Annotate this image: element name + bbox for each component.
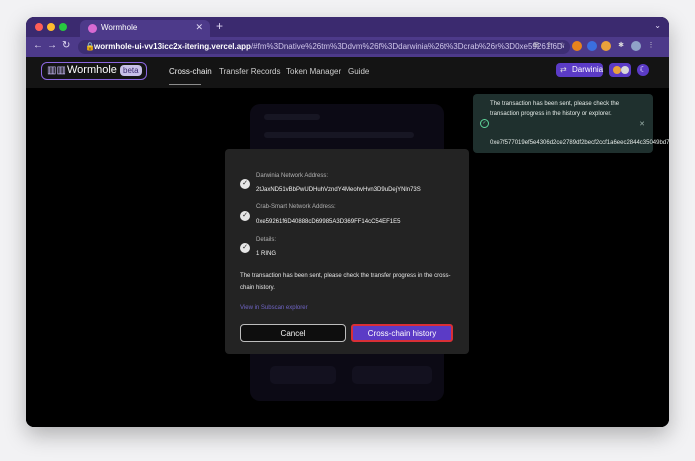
notification-message: The transaction has been sent, please ch… bbox=[490, 101, 620, 117]
close-tab-icon[interactable]: ✕ bbox=[195, 22, 203, 33]
transaction-hash[interactable]: 0xe7f577019ef5e4306d2ce2789df2becf2ccf1a… bbox=[490, 139, 669, 146]
wormhole-favicon-icon bbox=[88, 24, 97, 33]
nav-transfer-records[interactable]: Transfer Records bbox=[219, 67, 281, 76]
app-header: ▥▥ Wormhole beta Cross-chain Transfer Re… bbox=[26, 57, 669, 88]
recipient-address-label: Crab-Smart Network Address: bbox=[256, 204, 336, 210]
extensions-puzzle-icon[interactable]: ✱ bbox=[616, 41, 626, 51]
forward-icon[interactable]: → bbox=[47, 40, 57, 51]
cross-chain-history-button[interactable]: Cross-chain history bbox=[351, 324, 453, 342]
back-icon[interactable]: ← bbox=[33, 40, 43, 51]
active-nav-indicator bbox=[169, 84, 201, 85]
check-circle-icon: ✓ bbox=[240, 179, 250, 189]
wormhole-logo[interactable]: ▥▥ Wormhole beta bbox=[41, 62, 147, 80]
minimize-window-button[interactable] bbox=[47, 23, 55, 31]
url-text: wormhole-ui-vv13icc2x-itering.vercel.app… bbox=[94, 42, 564, 51]
new-tab-icon[interactable]: + bbox=[216, 19, 223, 33]
tab-bar: Wormhole ✕ + ⌄ bbox=[26, 17, 669, 37]
tab-search-chevron-icon[interactable]: ⌄ bbox=[654, 21, 661, 30]
cancel-button[interactable]: Cancel bbox=[240, 324, 346, 342]
wallet-button[interactable] bbox=[609, 63, 631, 77]
sender-address-label: Darwinia Network Address: bbox=[256, 173, 329, 179]
details-label: Details: bbox=[256, 237, 277, 243]
reload-icon[interactable]: ↻ bbox=[62, 40, 70, 51]
url-field[interactable]: 🔒 wormhole-ui-vv13icc2x-itering.vercel.a… bbox=[78, 40, 570, 54]
wallet-icon bbox=[613, 66, 621, 74]
beta-badge: beta bbox=[120, 65, 142, 76]
translate-icon[interactable]: ⊞ bbox=[531, 41, 541, 51]
browser-window: Wormhole ✕ + ⌄ ← → ↻ 🔒 wormhole-ui-vv13i… bbox=[26, 17, 669, 427]
recipient-address-value: 0xe59261f6D40888cD69985A3D369FF14cC54EF1… bbox=[256, 219, 401, 225]
metamask-icon[interactable] bbox=[572, 41, 582, 51]
nav-cross-chain[interactable]: Cross-chain bbox=[169, 67, 212, 76]
transaction-notification: ✓ The transaction has been sent, please … bbox=[473, 94, 669, 153]
url-host: wormhole-ui-vv13icc2x-itering.vercel.app bbox=[94, 42, 251, 51]
theme-toggle-moon-icon[interactable]: ☾ bbox=[637, 64, 649, 76]
success-check-icon: ✓ bbox=[480, 119, 489, 128]
bookmark-star-icon[interactable]: ☆ bbox=[557, 41, 567, 51]
sender-address-value: 2tJaxND51vBbPwUDHuhVzndY4MeohvHvn3D9uDej… bbox=[256, 187, 421, 193]
account-avatar bbox=[621, 66, 629, 74]
close-notification-icon[interactable]: ✕ bbox=[639, 120, 645, 128]
network-label: Darwinia bbox=[572, 65, 604, 74]
network-switch-icon: ⇄ bbox=[560, 65, 567, 74]
tab-title: Wormhole bbox=[101, 23, 138, 32]
extension-icon[interactable] bbox=[601, 41, 611, 51]
details-value: 1 RING bbox=[256, 251, 277, 257]
nav-token-manager[interactable]: Token Manager bbox=[286, 67, 341, 76]
transaction-sent-message: The transaction has been sent, please ch… bbox=[240, 273, 451, 291]
transaction-hash-text: 0xe7f577019ef5e4306d2ce2789df2becf2ccf1a… bbox=[490, 140, 669, 147]
maximize-window-button[interactable] bbox=[59, 23, 67, 31]
logo-text: Wormhole bbox=[67, 64, 117, 76]
share-icon[interactable]: ⇪ bbox=[544, 41, 554, 51]
url-path: /#fm%3Dnative%26tm%3Ddvm%26f%3Ddarwinia%… bbox=[250, 42, 564, 51]
check-circle-icon: ✓ bbox=[240, 243, 250, 253]
address-bar: ← → ↻ 🔒 wormhole-ui-vv13icc2x-itering.ve… bbox=[26, 37, 669, 57]
transfer-confirmation-modal: ✓ Darwinia Network Address: 2tJaxND51vBb… bbox=[225, 149, 469, 354]
browser-tab[interactable]: Wormhole ✕ bbox=[80, 20, 210, 37]
page-content: ✓ Darwinia Network Address: 2tJaxND51vBb… bbox=[26, 88, 669, 427]
check-circle-icon: ✓ bbox=[240, 211, 250, 221]
nav-guide[interactable]: Guide bbox=[348, 67, 369, 76]
extension-icon[interactable] bbox=[587, 41, 597, 51]
subscan-explorer-link[interactable]: View in Subscan explorer bbox=[240, 305, 308, 311]
browser-menu-icon[interactable]: ⋮ bbox=[646, 41, 656, 51]
close-window-button[interactable] bbox=[35, 23, 43, 31]
network-selector-button[interactable]: ⇄ Darwinia bbox=[556, 63, 603, 77]
profile-avatar[interactable] bbox=[631, 41, 641, 51]
wormhole-logo-icon: ▥▥ bbox=[47, 65, 66, 76]
